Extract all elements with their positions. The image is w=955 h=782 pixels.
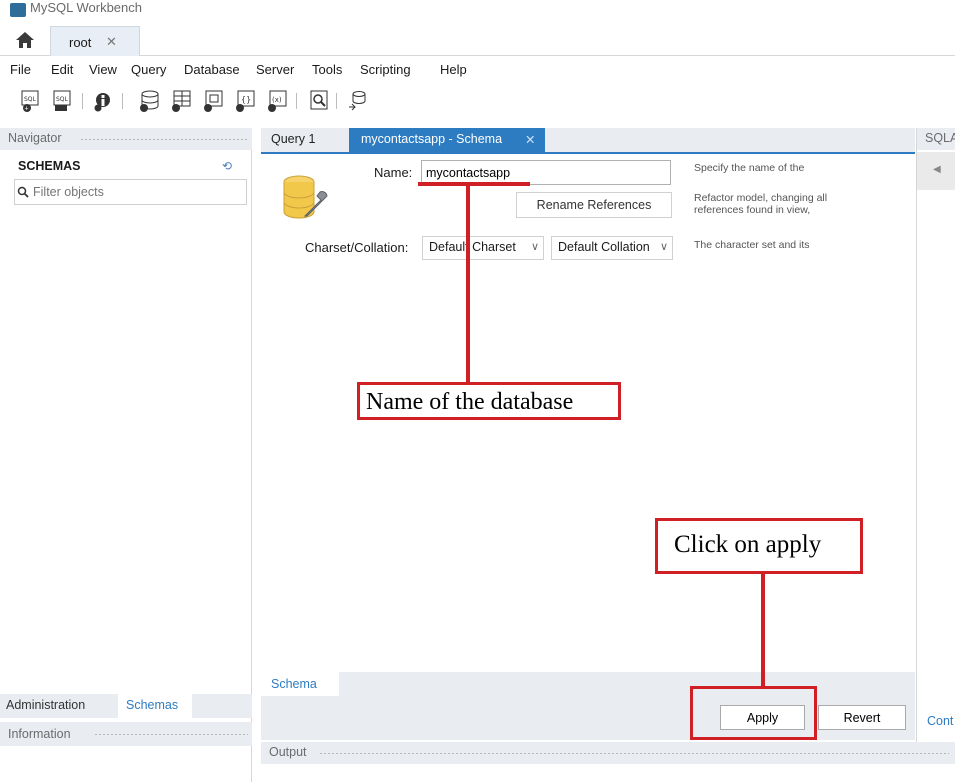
collation-select[interactable]: Default Collation ∨ <box>551 236 673 260</box>
revert-button[interactable]: Revert <box>818 705 906 730</box>
svg-text:SQL: SQL <box>24 96 37 103</box>
menu-view[interactable]: View <box>89 62 117 77</box>
sql-additions-header: SQLA <box>917 128 955 150</box>
menu-edit[interactable]: Edit <box>51 62 73 77</box>
close-icon[interactable]: ✕ <box>106 34 117 50</box>
help-rename-line: Refactor model, changing all <box>694 192 828 204</box>
collation-select-value: Default Collation <box>558 240 650 254</box>
menu-bar: File Edit View Query Database Server Too… <box>0 57 955 83</box>
header-grip <box>80 138 248 141</box>
menu-tools[interactable]: Tools <box>312 62 342 77</box>
information-title: Information <box>8 727 71 741</box>
header-grip <box>94 733 248 736</box>
editor-tab-bar: Query 1 mycontactsapp - Schema ✕ <box>261 128 915 152</box>
reconnect-icon[interactable] <box>346 89 368 113</box>
create-table-icon[interactable] <box>170 89 192 113</box>
menu-help[interactable]: Help <box>440 62 467 77</box>
menu-file[interactable]: File <box>10 62 31 77</box>
create-procedure-icon[interactable]: {} <box>234 89 256 113</box>
svg-text:+: + <box>25 106 29 113</box>
navigator-panel: Navigator SCHEMAS ⟲ Administration Schem… <box>0 128 252 782</box>
name-callout: Name of the database <box>357 382 621 420</box>
menu-database[interactable]: Database <box>184 62 240 77</box>
navigator-bottom-tabs: Administration Schemas <box>0 694 252 718</box>
connection-tab-label: root <box>69 35 92 50</box>
apply-callout: Click on apply <box>655 518 863 574</box>
mysql-workbench-icon <box>10 3 26 17</box>
help-name: Specify the name of the <box>694 162 805 174</box>
create-view-icon[interactable] <box>202 89 224 113</box>
help-charset: The character set and its <box>694 239 810 251</box>
connection-tab-bar: root ✕ <box>0 22 955 56</box>
arrow-left-icon[interactable]: ◀ <box>933 164 941 175</box>
toolbar-separator <box>336 93 337 109</box>
open-sql-script-icon[interactable]: SQL <box>52 89 74 113</box>
database-schema-icon <box>277 172 333 228</box>
sql-additions-title: SQLA <box>925 131 955 145</box>
close-icon[interactable]: ✕ <box>525 132 535 147</box>
rename-references-button[interactable]: Rename References <box>516 192 672 218</box>
create-schema-icon[interactable] <box>138 89 160 113</box>
tab-administration[interactable]: Administration <box>0 694 118 718</box>
filter-objects-box[interactable] <box>14 179 247 205</box>
annotation-underline <box>418 182 530 186</box>
search-icon <box>17 186 29 201</box>
svg-text:(x): (x) <box>272 96 282 104</box>
apply-highlight-box <box>690 686 817 740</box>
new-sql-tab-icon[interactable]: SQL + <box>20 89 42 113</box>
toolbar-separator <box>296 93 297 109</box>
filter-objects-input[interactable] <box>33 183 233 201</box>
help-rename: Refactor model, changing all references … <box>694 192 827 216</box>
sql-additions-panel: SQLA ◀ Cont <box>916 128 955 742</box>
window-title: MySQL Workbench <box>30 0 142 15</box>
annotation-connector <box>761 574 765 686</box>
context-help-tab[interactable]: Cont <box>927 714 953 728</box>
svg-text:{}: {} <box>241 95 251 104</box>
tab-schema-label: mycontactsapp - Schema <box>361 132 503 146</box>
help-rename-line: references found in view, <box>694 204 811 216</box>
charset-select-value: Default Charset <box>429 240 516 254</box>
toolbar-separator <box>82 93 83 109</box>
title-bar: MySQL Workbench <box>0 0 955 22</box>
navigator-header: Navigator <box>0 128 252 150</box>
tab-query-1[interactable]: Query 1 <box>261 128 347 152</box>
name-label: Name: <box>374 165 413 180</box>
schemas-label: SCHEMAS <box>18 159 81 173</box>
navigator-title: Navigator <box>8 131 62 145</box>
svg-text:SQL: SQL <box>56 96 69 103</box>
home-icon[interactable] <box>14 30 36 50</box>
inspector-icon[interactable] <box>92 89 114 113</box>
charset-select[interactable]: Default Charset ∨ <box>422 236 544 260</box>
toolbar-separator <box>122 93 123 109</box>
tab-schema[interactable]: Schema <box>261 672 339 696</box>
menu-server[interactable]: Server <box>256 62 294 77</box>
menu-query[interactable]: Query <box>131 62 166 77</box>
annotation-connector <box>466 184 470 382</box>
header-grip <box>319 752 949 755</box>
search-table-data-icon[interactable] <box>308 89 330 113</box>
main-toolbar: SQL + SQL {} (x) <box>0 84 955 118</box>
create-function-icon[interactable]: (x) <box>266 89 288 113</box>
charset-collation-label: Charset/Collation: <box>305 240 409 255</box>
schema-name-input[interactable] <box>426 164 666 181</box>
tab-schema-editor[interactable]: mycontactsapp - Schema ✕ <box>349 128 545 152</box>
output-header: Output <box>261 742 955 764</box>
menu-scripting[interactable]: Scripting <box>360 62 411 77</box>
tab-schemas[interactable]: Schemas <box>118 694 192 718</box>
refresh-icon[interactable]: ⟲ <box>222 159 232 173</box>
output-title: Output <box>269 745 307 759</box>
connection-tab-root[interactable]: root ✕ <box>50 26 140 56</box>
chevron-down-icon: ∨ <box>659 241 668 253</box>
information-header: Information <box>0 722 252 746</box>
sql-additions-toolbar: ◀ <box>917 152 955 190</box>
chevron-down-icon: ∨ <box>530 241 539 253</box>
